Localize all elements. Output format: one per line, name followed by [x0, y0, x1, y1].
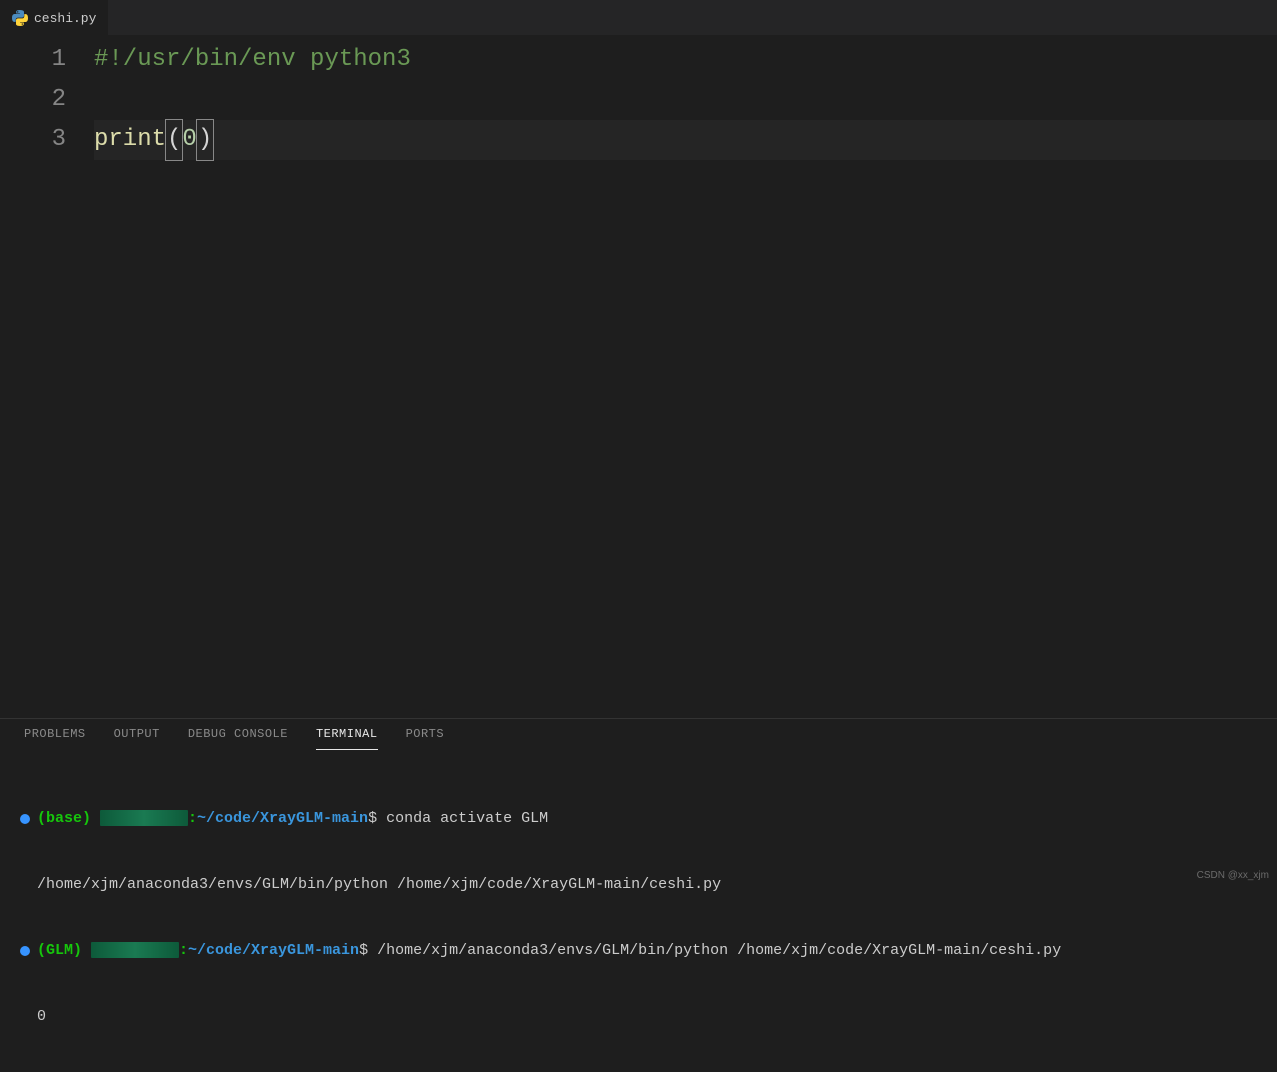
prompt-env: (base) [37, 810, 100, 827]
bottom-panel: PROBLEMS OUTPUT DEBUG CONSOLE TERMINAL PORTS… [0, 718, 1277, 883]
panel-tab-output[interactable]: OUTPUT [114, 727, 160, 750]
watermark: CSDN @xx_xjm [1197, 870, 1269, 881]
terminal-line: (GLM) :~/code/XrayGLM-main$ /home/xjm/an… [20, 940, 1257, 962]
code-line: print(0) [94, 120, 1277, 160]
panel-tab-debug-console[interactable]: DEBUG CONSOLE [188, 727, 288, 750]
bullet-icon [20, 814, 30, 824]
line-number-gutter: 123 [0, 40, 94, 160]
terminal-line: 0 [20, 1006, 1257, 1028]
code-editor[interactable]: 123 #!/usr/bin/env python3 print(0) [0, 35, 1277, 160]
terminal-command: conda activate GLM [386, 810, 548, 827]
prompt-path: ~/code/XrayGLM-main [188, 942, 359, 959]
line-number: 1 [0, 40, 66, 80]
code-line: #!/usr/bin/env python3 [94, 40, 1277, 80]
terminal-output-text: 0 [37, 1006, 46, 1028]
prompt-dollar: $ [359, 942, 377, 959]
line-number: 3 [0, 120, 66, 160]
bullet-icon [20, 946, 30, 956]
code-area[interactable]: #!/usr/bin/env python3 print(0) [94, 40, 1277, 160]
tab-bar: ceshi.py [0, 0, 1277, 35]
prompt-path: ~/code/XrayGLM-main [197, 810, 368, 827]
prompt-dollar: $ [368, 810, 386, 827]
terminal-line: /home/xjm/anaconda3/envs/GLM/bin/python … [20, 874, 1257, 896]
terminal-output[interactable]: (base) :~/code/XrayGLM-main$ conda activ… [0, 750, 1277, 1072]
tab-filename: ceshi.py [34, 11, 96, 26]
redacted-user [91, 942, 179, 958]
prompt-colon: : [179, 942, 188, 959]
prompt-env: (GLM) [37, 942, 91, 959]
python-icon [12, 10, 28, 26]
code-line [94, 80, 1277, 120]
panel-tab-problems[interactable]: PROBLEMS [24, 727, 86, 750]
panel-tabs: PROBLEMS OUTPUT DEBUG CONSOLE TERMINAL PORTS [0, 719, 1277, 750]
panel-tab-ports[interactable]: PORTS [406, 727, 445, 750]
prompt-colon: : [188, 810, 197, 827]
editor-tab[interactable]: ceshi.py [0, 0, 108, 35]
line-number: 2 [0, 80, 66, 120]
terminal-text: /home/xjm/anaconda3/envs/GLM/bin/python … [37, 874, 721, 896]
terminal-command: /home/xjm/anaconda3/envs/GLM/bin/python … [377, 942, 1061, 959]
redacted-user [100, 810, 188, 826]
panel-tab-terminal[interactable]: TERMINAL [316, 727, 378, 750]
terminal-line: (base) :~/code/XrayGLM-main$ conda activ… [20, 808, 1257, 830]
